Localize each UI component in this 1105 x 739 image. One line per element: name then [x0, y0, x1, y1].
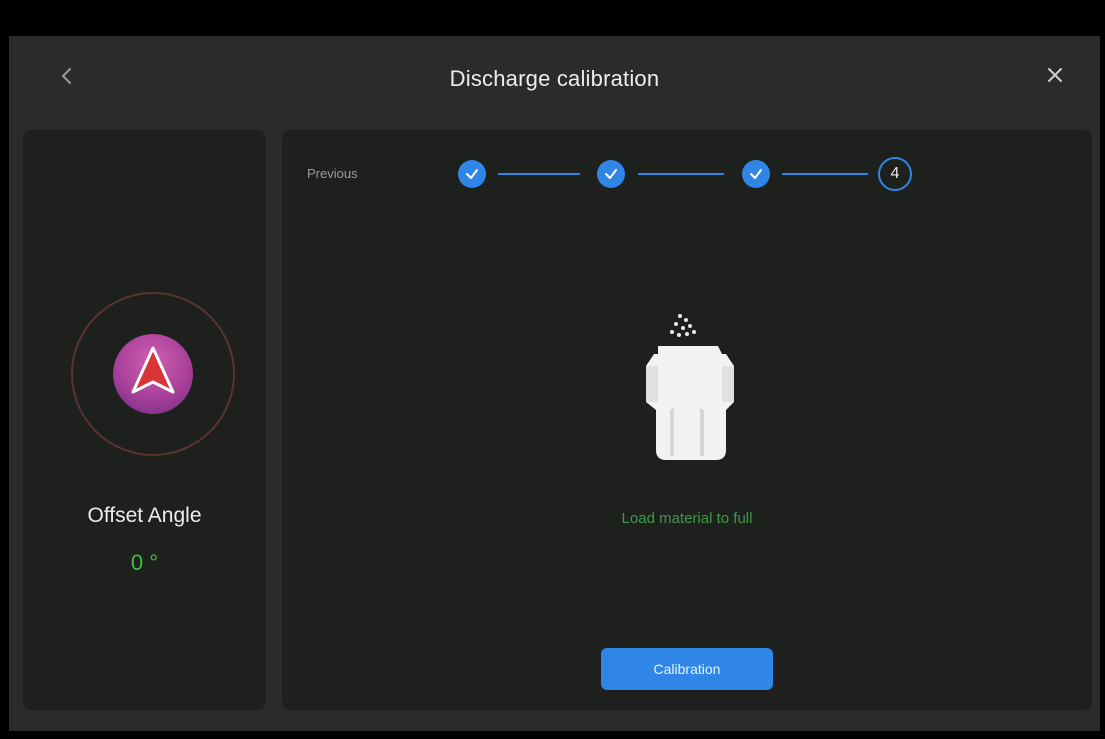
- spreader-tank-icon: [622, 310, 752, 495]
- step-1-done: [458, 160, 486, 188]
- offset-angle-value: 0 °: [130, 550, 159, 575]
- check-icon: [605, 169, 617, 179]
- calibration-button[interactable]: Calibration: [601, 648, 773, 690]
- step-3-done: [742, 160, 770, 188]
- close-button[interactable]: [1040, 62, 1070, 92]
- step-2-done: [597, 160, 625, 188]
- step-connector: [782, 173, 868, 175]
- step-connector: [638, 173, 724, 175]
- step-4-current: 4: [878, 157, 912, 191]
- chevron-left-icon: [60, 66, 74, 91]
- calibration-dialog: Discharge calibration Offset Angle 0 ° P…: [9, 36, 1100, 731]
- previous-link[interactable]: Previous: [307, 166, 358, 181]
- offset-angle-panel: Offset Angle 0 °: [23, 130, 266, 710]
- close-icon: [1047, 67, 1063, 88]
- calibration-main-panel: Previous 4 Load material to full Calibra…: [282, 130, 1092, 710]
- instruction-text: Load material to full: [621, 510, 753, 527]
- check-icon: [466, 169, 478, 179]
- offset-angle-label: Offset Angle: [87, 504, 202, 527]
- navigation-arrow-icon: [113, 334, 193, 414]
- back-button[interactable]: [53, 64, 81, 92]
- dialog-header: Discharge calibration: [9, 36, 1100, 122]
- page-title: Discharge calibration: [449, 66, 660, 91]
- step-connector: [498, 173, 580, 175]
- check-icon: [750, 169, 762, 179]
